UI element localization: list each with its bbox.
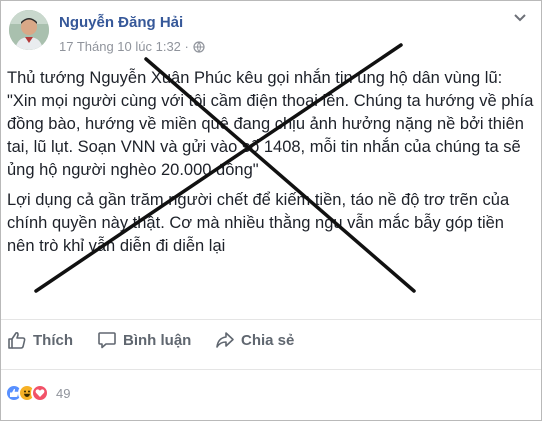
reaction-count: 49 [56,385,71,401]
thumbs-up-icon [8,331,26,349]
reactions-summary[interactable]: 49 [5,384,70,402]
comment-icon [98,332,116,349]
comment-label: Bình luận [123,331,192,349]
share-button[interactable]: Chia sẻ [215,330,294,350]
like-button[interactable]: Thích [7,330,73,350]
chevron-down-icon[interactable] [513,13,527,23]
author-name[interactable]: Nguyễn Đăng Hải [59,14,183,31]
share-icon [216,332,234,348]
post-meta: 17 Tháng 10 lúc 1:32 · [59,39,205,54]
avatar[interactable] [9,10,49,50]
like-label: Thích [33,331,73,349]
post-paragraph: Thủ tướng Nguyễn Xuân Phúc kêu gọi nhắn … [7,69,534,179]
comment-button[interactable]: Bình luận [97,330,191,350]
share-label: Chia sẻ [241,331,295,349]
post-timestamp[interactable]: 17 Tháng 10 lúc 1:32 · [59,39,189,54]
post-card: Nguyễn Đăng Hải 17 Tháng 10 lúc 1:32 · T… [0,0,542,421]
divider [1,319,541,320]
avatar-photo [9,10,49,50]
love-reaction-icon [31,384,49,402]
divider [1,369,541,370]
post-paragraph: Lợi dụng cả gần trăm người chết để kiếm … [7,191,510,255]
globe-icon [193,40,205,53]
action-bar: Thích Bình luận Chia sẻ [1,321,541,359]
post-body: Thủ tướng Nguyễn Xuân Phúc kêu gọi nhắn … [7,67,535,265]
